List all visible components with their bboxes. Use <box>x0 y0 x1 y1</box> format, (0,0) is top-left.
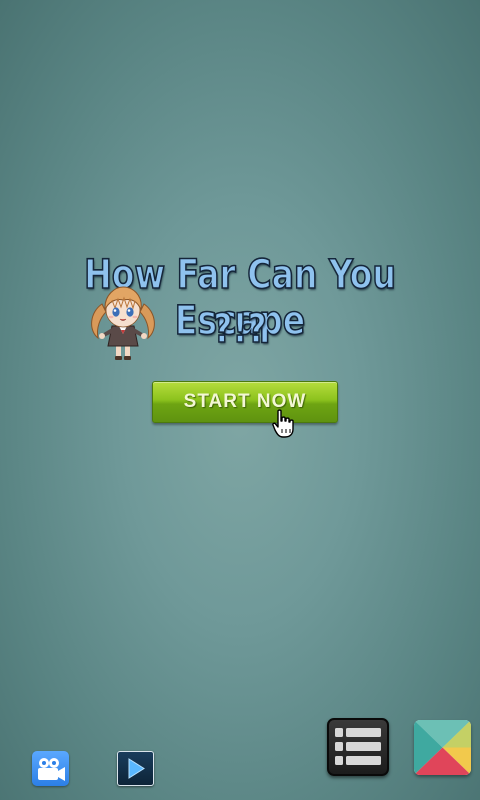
start-now-button[interactable]: START NOW <box>152 381 338 423</box>
play-video-button[interactable] <box>117 751 154 786</box>
video-camera-icon <box>38 758 65 781</box>
chibi-character-sprite <box>88 282 158 362</box>
more-games-list-button[interactable] <box>327 718 389 776</box>
pointer-hand-icon <box>272 409 296 439</box>
game-title-line-2: ?!? <box>212 305 267 353</box>
play-icon <box>128 758 145 779</box>
video-camera-button[interactable] <box>32 751 69 786</box>
list-menu-icon <box>335 728 381 765</box>
play-store-icon <box>414 720 471 775</box>
play-store-button[interactable] <box>414 720 471 775</box>
